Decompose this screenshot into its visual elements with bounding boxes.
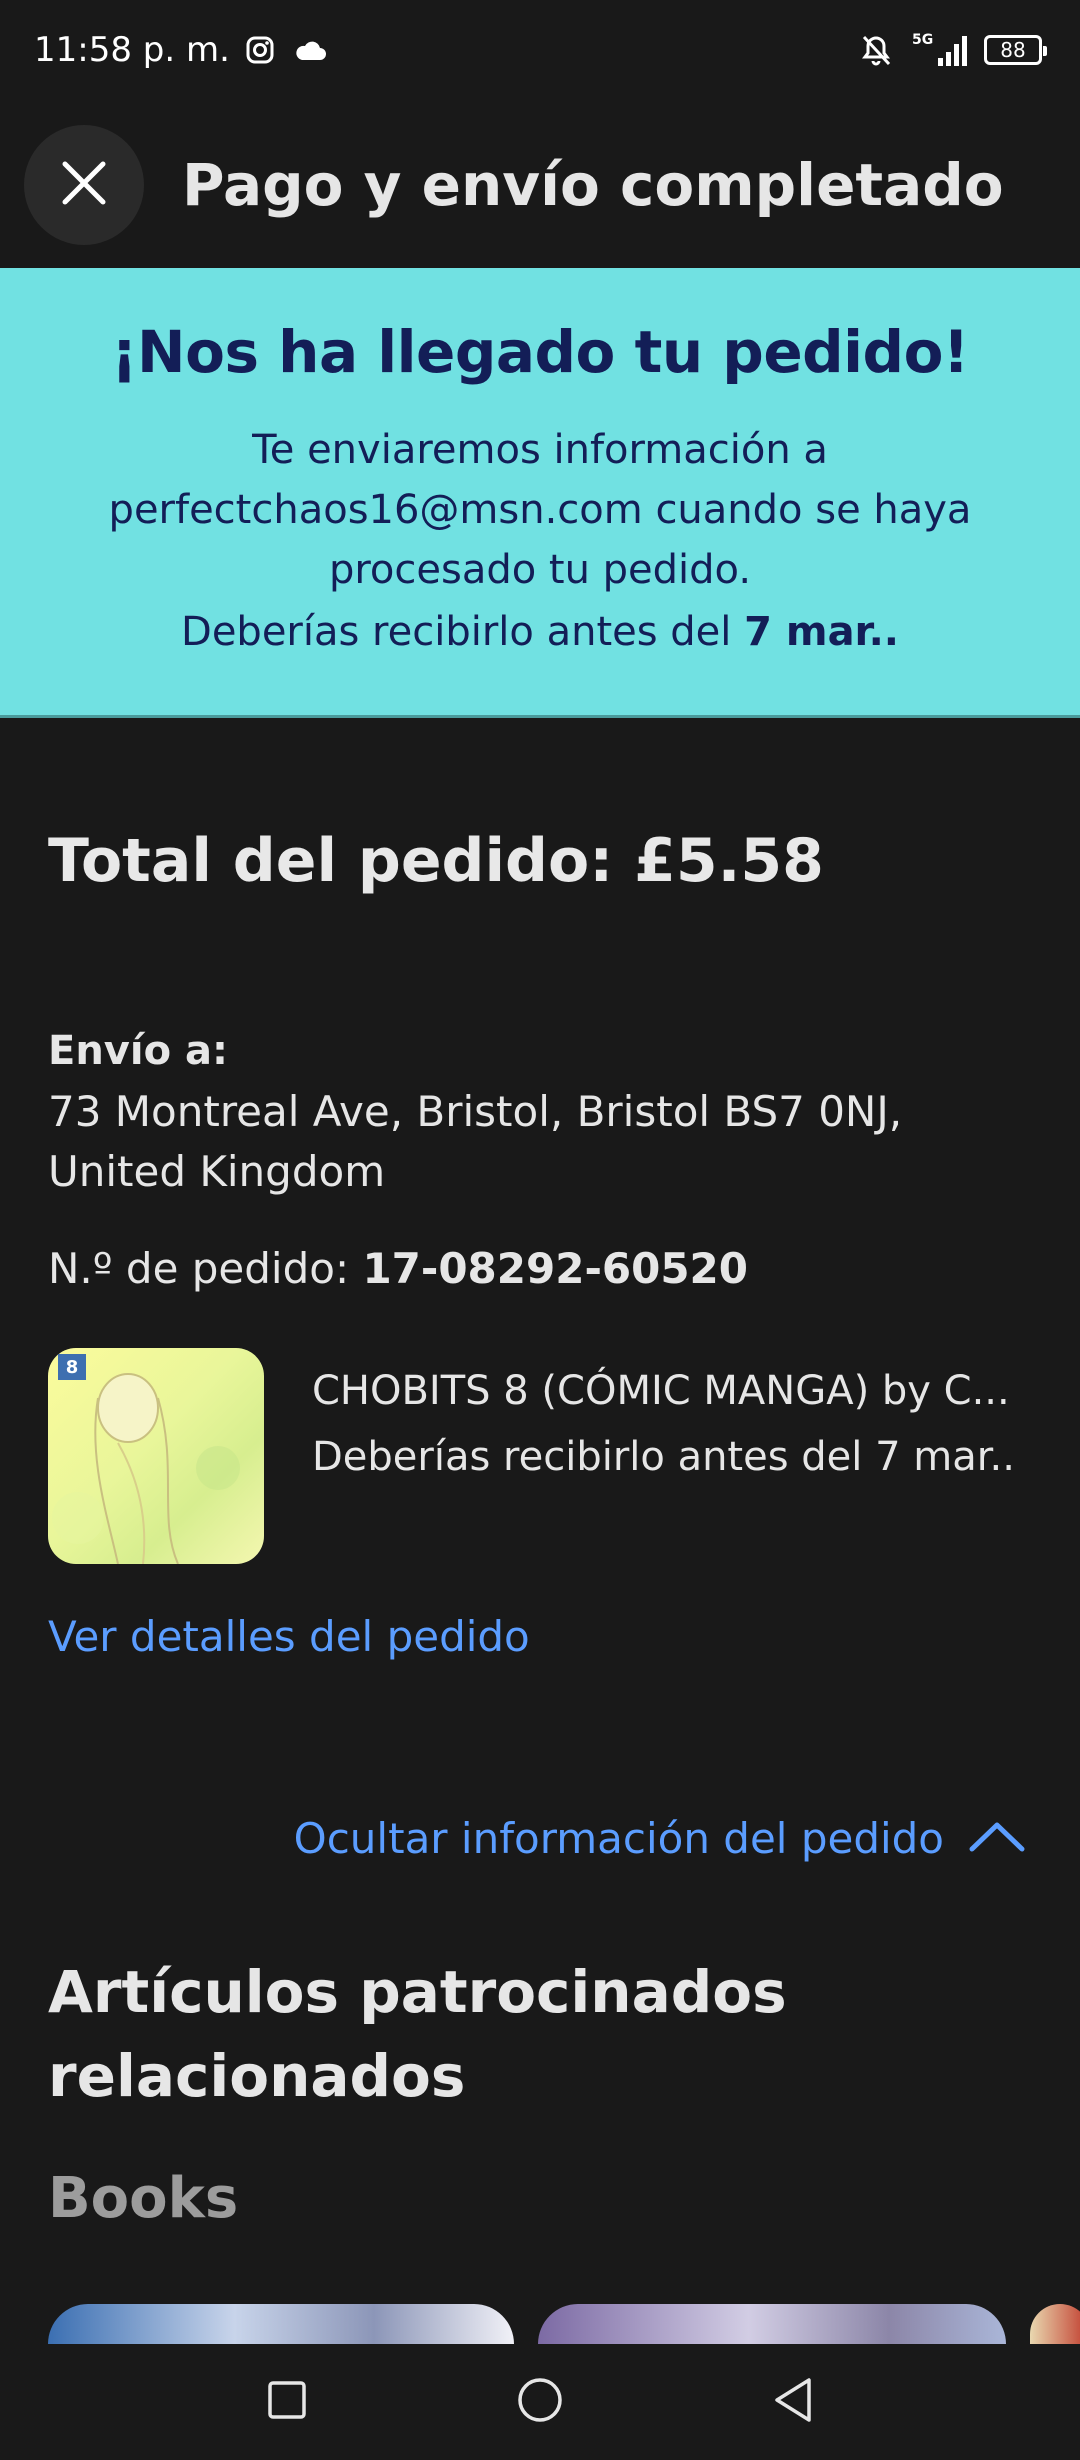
status-left: 11:58 p. m. [34, 30, 330, 70]
close-button[interactable] [24, 125, 144, 245]
back-triangle-icon [771, 2376, 815, 2428]
confirmation-banner: ¡Nos ha llegado tu pedido! Te enviaremos… [0, 268, 1080, 718]
sponsored-card[interactable] [538, 2304, 1006, 2344]
page-title: Pago y envío completado [182, 151, 1004, 219]
signal-icon: 5G [910, 30, 970, 70]
home-button[interactable] [510, 2372, 570, 2432]
banner-title: ¡Nos ha llegado tu pedido! [111, 318, 969, 386]
back-button[interactable] [763, 2372, 823, 2432]
status-right: 5G 88 [856, 30, 1047, 70]
status-bar: 11:58 p. m. 5G 88 [0, 0, 1080, 100]
cloud-icon [290, 30, 330, 70]
chevron-up-icon [968, 1814, 1026, 1863]
shipping-label: Envío a: [48, 1028, 228, 1074]
banner-date-prefix: Deberías recibirlo antes del [181, 609, 745, 655]
network-label: 5G [912, 32, 933, 48]
close-icon [59, 158, 109, 212]
bell-off-icon [856, 30, 896, 70]
recents-square-icon [267, 2380, 307, 2424]
view-order-details-link[interactable]: Ver detalles del pedido [48, 1612, 530, 1661]
recents-button[interactable] [257, 2372, 317, 2432]
sponsored-card[interactable] [48, 2304, 514, 2344]
sponsored-card[interactable] [1030, 2304, 1080, 2344]
item-info: CHOBITS 8 (CÓMIC MANGA) by C... Deberías… [312, 1348, 1038, 1490]
hide-order-info-label: Ocultar información del pedido [293, 1814, 944, 1863]
sponsored-section-title: Artículos patrocinados relacionados [48, 1958, 787, 2110]
order-number-label: N.º de pedido: [48, 1244, 363, 1293]
banner-body: Te enviaremos información a perfectchaos… [108, 427, 972, 593]
banner-delivery-date: Deberías recibirlo antes del 7 mar.. [0, 600, 1080, 664]
order-number: N.º de pedido: 17-08292-60520 [48, 1244, 748, 1293]
banner-date-value: 7 mar.. [744, 609, 899, 655]
order-item[interactable]: 8 CHOBITS 8 (CÓMIC MANGA) by C... Deberí… [48, 1348, 1038, 1564]
category-title: Books [48, 2166, 239, 2231]
item-title[interactable]: CHOBITS 8 (CÓMIC MANGA) by C... [312, 1358, 1038, 1424]
hide-order-info-button[interactable]: Ocultar información del pedido [294, 1814, 1026, 1863]
order-number-value: 17-08292-60520 [362, 1244, 748, 1293]
home-circle-icon [516, 2376, 564, 2428]
item-delivery-estimate: Deberías recibirlo antes del 7 mar.. [312, 1434, 1015, 1480]
shipping-address: 73 Montreal Ave, Bristol, Bristol BS7 0N… [48, 1087, 903, 1196]
instagram-icon [240, 30, 280, 70]
battery-indicator: 88 [984, 35, 1047, 65]
battery-level: 88 [1000, 38, 1026, 62]
manga-cover-art [52, 1373, 240, 1564]
item-thumbnail: 8 [48, 1348, 264, 1564]
order-total: Total del pedido: £5.58 [48, 826, 824, 896]
system-nav-bar [0, 2344, 1080, 2460]
status-time: 11:58 p. m. [34, 30, 230, 70]
header: Pago y envío completado [0, 110, 1080, 260]
